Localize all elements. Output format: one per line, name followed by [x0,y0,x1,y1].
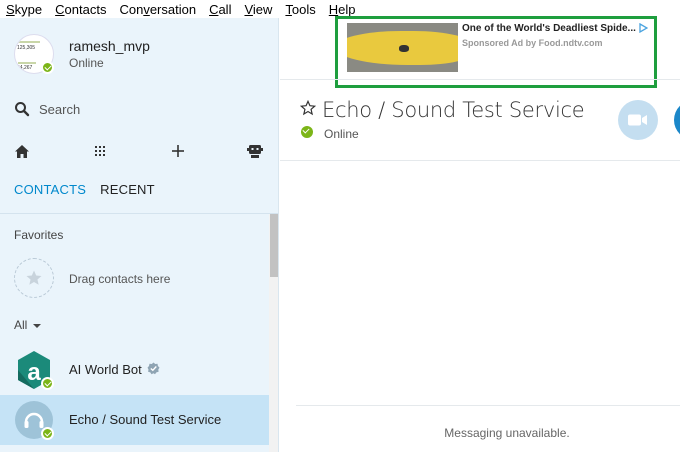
star-icon [26,270,42,285]
home-button[interactable] [11,140,33,162]
verified-icon [147,362,160,375]
menu-help[interactable]: Help [329,2,356,17]
drag-contacts-text: Drag contacts here [69,272,171,286]
video-call-button[interactable] [618,100,658,140]
scrollbar-thumb[interactable] [270,214,278,277]
contact-avatar: a [14,350,54,390]
favorites-drop-zone[interactable]: Drag contacts here [14,258,254,300]
ad-image[interactable] [347,23,458,72]
search-icon [15,102,30,117]
contact-name: Echo / Sound Test Service [69,412,222,427]
online-status-icon [41,427,54,440]
conversation-title: Echo / Sound Test Service [322,98,585,122]
menu-view[interactable]: View [244,2,272,17]
menu-skype[interactable]: Skype [6,2,42,17]
online-status-icon [41,377,54,390]
ad-image-spider [399,45,409,52]
dialpad-icon [95,146,105,156]
contact-tabs: CONTACTS RECENT [14,182,169,197]
conversation-status: Online [324,127,359,141]
video-camera-icon [628,114,647,126]
menu-tools[interactable]: Tools [285,2,315,17]
home-icon [15,144,29,158]
profile-name: ramesh_mvp [69,38,150,54]
bot-button[interactable] [244,140,266,162]
menu-call[interactable]: Call [209,2,231,17]
messaging-unavailable-text: Messaging unavailable. [444,426,570,440]
avatar-stat: 125,305 [17,45,36,51]
search-input[interactable] [39,101,249,117]
contact-item[interactable]: a AI World Bot [0,345,269,395]
contact-avatar [14,400,54,440]
search-bar [14,98,264,120]
bot-icon [247,145,263,158]
svg-text:a: a [27,359,41,386]
header-divider [280,160,680,161]
conversation-header: Echo / Sound Test Service Online [280,80,680,160]
sponsored-ad[interactable]: One of the World's Deadliest Spide... Sp… [335,16,657,88]
menu-contacts[interactable]: Contacts [55,2,106,17]
add-button[interactable] [167,140,189,162]
audio-call-button[interactable] [674,100,680,140]
all-contacts-filter[interactable]: All [14,318,41,332]
tab-recent[interactable]: RECENT [100,182,155,197]
menu-conversation[interactable]: Conversation [119,2,196,17]
contact-item-selected[interactable]: Echo / Sound Test Service [0,395,269,445]
favorite-star-icon[interactable] [300,100,316,116]
footer-divider [296,405,680,406]
sidebar-toolbar [0,138,278,164]
chevron-down-icon [32,324,41,328]
avatar-bar [18,62,36,64]
ad-title[interactable]: One of the World's Deadliest Spide... [462,23,636,34]
sidebar: 125,305 64,267 ramesh_mvp Online Search … [0,18,279,452]
contacts-scrollbar[interactable] [269,214,278,452]
tabs-divider [0,213,278,214]
adchoices-icon[interactable] [639,23,648,33]
profile-status: Online [69,56,104,70]
tab-contacts[interactable]: CONTACTS [14,182,86,197]
favorites-label: Favorites [14,228,64,242]
favorite-placeholder [14,258,54,298]
add-icon [172,145,184,157]
ad-sponsor: Sponsored Ad by Food.ndtv.com [462,38,603,48]
online-status-icon [41,61,54,74]
dialpad-button[interactable] [89,140,111,162]
online-status-icon [301,126,313,138]
avatar-stat: 64,267 [17,65,33,71]
profile[interactable]: 125,305 64,267 ramesh_mvp Online [14,34,274,80]
conversation-pane: One of the World's Deadliest Spide... Sp… [280,16,680,452]
avatar-bar [18,41,40,43]
contact-name: AI World Bot [69,362,142,377]
all-label: All [14,318,28,332]
